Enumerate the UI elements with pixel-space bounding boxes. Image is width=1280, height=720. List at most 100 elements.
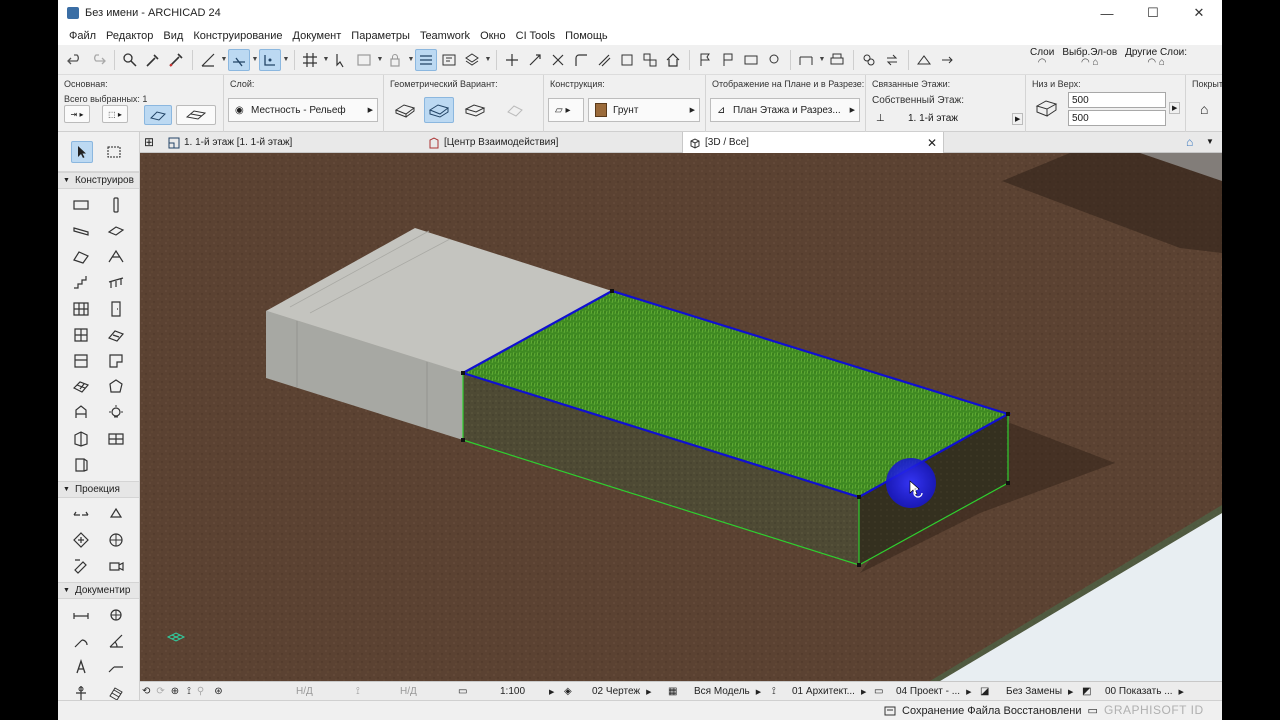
find-select-icon[interactable] (119, 49, 141, 71)
text-tool-icon[interactable] (64, 656, 99, 678)
flag-list-icon[interactable] (717, 49, 739, 71)
fillet-icon[interactable] (570, 49, 592, 71)
grid-snap-icon[interactable] (299, 49, 321, 71)
printer-icon[interactable] (826, 49, 848, 71)
label-tool-icon[interactable] (99, 656, 134, 678)
group-icon[interactable] (639, 49, 661, 71)
3d-viewport[interactable] (140, 153, 1222, 681)
detail-tool-icon[interactable] (64, 555, 99, 577)
send-receive-icon[interactable] (881, 49, 903, 71)
scale-select[interactable]: 1:100 ▶ (500, 682, 554, 701)
elevation-tool-icon[interactable] (99, 503, 134, 525)
marquee-tool-icon[interactable] (103, 141, 125, 163)
dimension-tool-icon[interactable] (64, 604, 99, 626)
freeform-tool-icon[interactable] (64, 454, 99, 476)
close-tab-icon[interactable]: ✕ (927, 136, 937, 150)
morph-tool-icon[interactable] (99, 376, 134, 398)
zoom-in-icon[interactable]: ⊕ (171, 686, 179, 697)
chevron-down-icon[interactable]: ▼ (322, 49, 330, 71)
trace-icon[interactable] (438, 49, 460, 71)
close-window-button[interactable]: ✕ (1176, 0, 1222, 26)
undo-icon[interactable] (64, 49, 86, 71)
top-height-input[interactable]: 500 (1068, 92, 1166, 108)
curtain-wall-tool-icon[interactable] (64, 298, 99, 320)
syringe-icon[interactable] (165, 49, 187, 71)
explode-icon[interactable] (616, 49, 638, 71)
tab-3d-all[interactable]: [3D / Все] ✕ (682, 132, 944, 153)
guide-lines-icon[interactable] (197, 49, 219, 71)
selection-arrow-icon[interactable]: ⇥ ▸ (64, 105, 90, 123)
mesh-geometry-option-2-icon[interactable] (424, 97, 454, 123)
cursor-snap-icon[interactable] (330, 49, 352, 71)
renovation-icon[interactable] (913, 49, 935, 71)
window-tool-icon[interactable] (64, 324, 99, 346)
menu-document[interactable]: Документ (288, 30, 347, 42)
status-window-icon[interactable]: ▭ (1088, 704, 1098, 717)
section-tool-icon[interactable] (64, 503, 99, 525)
chevron-down-icon[interactable]: ▼ (407, 49, 415, 71)
mesh-geometry-option-1-icon[interactable] (390, 97, 420, 123)
eye-lock-icon[interactable]: ◠ ⌂ (1081, 58, 1099, 68)
shell-tool-icon[interactable] (99, 246, 134, 268)
chevron-right-icon[interactable]: ▶ (1169, 102, 1181, 114)
mesh-geometry-option-4-icon[interactable] (500, 97, 530, 123)
renovation-filter-select[interactable]: Без Замены ▶ (1006, 682, 1073, 701)
split-icon[interactable] (501, 49, 523, 71)
refresh-icon[interactable]: ⟳ (156, 686, 164, 697)
pen-set-select[interactable]: 01 Архитект... ▶ (792, 682, 866, 701)
worksheet-tool-icon[interactable] (99, 529, 134, 551)
stair-tool-icon[interactable] (64, 272, 99, 294)
camera-tool-icon[interactable] (99, 555, 134, 577)
tab-floor-plan[interactable]: 1. 1-й этаж [1. 1-й этаж] (162, 132, 422, 153)
wall-tool-icon[interactable] (64, 194, 99, 216)
marquee-icon[interactable] (353, 49, 375, 71)
bottom-height-input[interactable]: 500 (1068, 110, 1166, 126)
viewpoint-section-header[interactable]: ▼ Проекция (58, 481, 139, 498)
railing-tool-icon[interactable] (99, 272, 134, 294)
opening-tool-icon[interactable] (64, 350, 99, 372)
intersect-icon[interactable] (547, 49, 569, 71)
menu-options[interactable]: Параметры (346, 30, 415, 42)
chevron-right-icon[interactable]: ▶ (1012, 113, 1024, 125)
home-icon[interactable] (662, 49, 684, 71)
hotlink-icon[interactable] (936, 49, 958, 71)
mesh-tool-icon[interactable] (64, 376, 99, 398)
slab-tool-icon[interactable] (99, 220, 134, 242)
menu-teamwork[interactable]: Teamwork (415, 30, 475, 42)
snap-points-icon[interactable] (259, 48, 281, 71)
menu-window[interactable]: Окно (475, 30, 511, 42)
building-material-select[interactable]: Грунт ▶ (588, 98, 700, 122)
show-select[interactable]: 00 Показать ... ▶ (1105, 682, 1184, 701)
chevron-down-icon[interactable]: ▼ (818, 49, 826, 71)
menu-design[interactable]: Конструирование (188, 30, 287, 42)
menu-edit[interactable]: Редактор (101, 30, 158, 42)
home-story-value[interactable]: 1. 1-й этаж (908, 113, 958, 124)
chevron-down-icon[interactable]: ▼ (282, 49, 290, 71)
teamwork-icon[interactable] (858, 49, 880, 71)
chevron-down-icon[interactable]: ▼ (376, 49, 384, 71)
layers-3d-icon[interactable] (461, 49, 483, 71)
layer-select[interactable]: ◉ Местность - Рельеф ▶ (228, 98, 378, 122)
rotate-icon[interactable]: ⟲ (142, 686, 150, 697)
model-view-select[interactable]: Вся Модель ▶ (694, 682, 761, 701)
chevron-down-icon[interactable]: ▼ (484, 49, 492, 71)
fit-zoom-icon[interactable]: ⊛ (214, 686, 222, 697)
offset-icon[interactable] (593, 49, 615, 71)
tab-collaboration-center[interactable]: [Центр Взаимодействия] (422, 132, 682, 153)
design-section-header[interactable]: ▼ Конструиров (58, 172, 139, 189)
interior-elevation-icon[interactable] (64, 529, 99, 551)
document-section-header[interactable]: ▼ Документир (58, 582, 139, 599)
radial-dimension-icon[interactable] (64, 630, 99, 652)
beam-tool-icon[interactable] (64, 220, 99, 242)
snap-guides-icon[interactable] (228, 48, 250, 71)
eye-icon[interactable]: ◠ (1038, 58, 1047, 68)
marquee-select-icon[interactable]: ⬚ ▸ (102, 105, 128, 123)
zone-stamp-icon[interactable] (740, 49, 762, 71)
floor-plan-section-button[interactable]: ⊿ План Этажа и Разрез... ▶ (710, 98, 860, 122)
suspend-groups-icon[interactable] (415, 48, 437, 71)
tab-overview-icon[interactable]: ⊞ (144, 135, 154, 149)
chevron-down-icon[interactable]: ▼ (220, 49, 228, 71)
menu-file[interactable]: Файл (64, 30, 101, 42)
column-tool-icon[interactable] (99, 194, 134, 216)
layer-combination-select[interactable]: 02 Чертеж ▶ (592, 682, 651, 701)
